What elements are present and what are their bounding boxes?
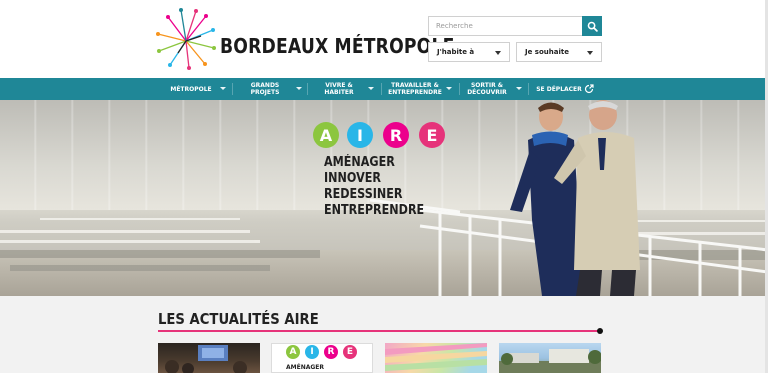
chevron-down-icon <box>587 51 593 55</box>
news-card-image <box>499 349 601 373</box>
search-icon <box>587 21 598 32</box>
aire-letter-a: A <box>286 345 300 359</box>
hero-line: ENTREPRENDRE <box>324 203 425 218</box>
aire-letter-e: E <box>343 345 357 359</box>
nav-item-se-deplacer[interactable]: SE DÉPLACER <box>534 78 584 100</box>
news-card[interactable] <box>158 343 260 373</box>
nav-divider <box>307 83 308 95</box>
chevron-down-icon[interactable] <box>446 87 452 90</box>
nav-item-metropole[interactable]: MÉTROPOLE <box>166 78 216 100</box>
external-link-icon[interactable] <box>584 84 594 94</box>
page: BORDEAUX MÉTROPOLE J'habite à Je souhait… <box>0 0 768 373</box>
nav-item-grands-projets[interactable]: GRANDS PROJETS <box>236 78 294 100</box>
nav-item-label: SE DÉPLACER <box>536 85 582 93</box>
aire-letter-i: I <box>347 122 373 148</box>
aire-letter-r: R <box>383 122 409 148</box>
nav-item-label: VIVRE & HABITER <box>324 82 354 96</box>
main-nav: MÉTROPOLE GRANDS PROJETS VIVRE & HABITER… <box>0 78 768 100</box>
aire-letter-r: R <box>324 345 338 359</box>
nav-item-label: MÉTROPOLE <box>170 85 212 93</box>
news-card-image <box>165 345 247 373</box>
aire-letter-e: E <box>419 122 445 148</box>
news-card[interactable] <box>385 343 487 373</box>
chevron-down-icon[interactable] <box>516 87 522 90</box>
site-header: BORDEAUX MÉTROPOLE J'habite à Je souhait… <box>0 0 768 78</box>
jesouhaite-select[interactable]: Je souhaite <box>516 42 602 62</box>
news-card-image <box>385 343 487 371</box>
section-divider-dot <box>597 328 603 334</box>
news-card-text: AMÉNAGER <box>286 364 325 371</box>
news-card[interactable]: A I R E AMÉNAGER <box>271 343 373 373</box>
hero-line: INNOVER <box>324 171 381 186</box>
nav-item-vivre-habiter[interactable]: VIVRE & HABITER <box>310 78 368 100</box>
aire-letter-a: A <box>313 122 339 148</box>
chevron-down-icon[interactable] <box>220 87 226 90</box>
jhabite-select-label: J'habite à <box>437 48 475 56</box>
chevron-down-icon[interactable] <box>296 87 302 90</box>
jhabite-select[interactable]: J'habite à <box>428 42 510 62</box>
hero-line: REDESSINER <box>324 187 403 202</box>
search-box <box>428 16 602 36</box>
nav-item-label: TRAVAILLER & ENTREPRENDRE <box>388 82 442 96</box>
aire-letter-i: I <box>305 345 319 359</box>
starburst-logo-icon <box>156 8 216 70</box>
nav-item-travailler-entreprendre[interactable]: TRAVAILLER & ENTREPRENDRE <box>386 78 444 100</box>
section-title: LES ACTUALITÉS AIRE <box>158 310 319 328</box>
hero-line: AMÉNAGER <box>324 155 395 170</box>
site-logo[interactable]: BORDEAUX MÉTROPOLE <box>156 8 454 70</box>
logo-wordmark: BORDEAUX MÉTROPOLE <box>220 34 455 58</box>
chevron-down-icon <box>495 51 501 55</box>
nav-divider <box>232 83 233 95</box>
nav-divider <box>459 83 460 95</box>
nav-divider <box>528 83 529 95</box>
nav-item-sortir-decouvrir[interactable]: SORTIR & DÉCOUVRIR <box>462 78 512 100</box>
nav-item-label: GRANDS PROJETS <box>250 82 280 96</box>
section-divider <box>158 330 600 332</box>
news-card[interactable] <box>499 343 601 373</box>
nav-item-label: SORTIR & DÉCOUVRIR <box>467 82 507 96</box>
search-button[interactable] <box>582 16 602 36</box>
search-input[interactable] <box>428 16 582 36</box>
nav-divider <box>381 83 382 95</box>
chevron-down-icon[interactable] <box>368 87 374 90</box>
hero-tagline: AMÉNAGER INNOVER REDESSINER ENTREPRENDRE <box>324 155 424 219</box>
jesouhaite-select-label: Je souhaite <box>525 48 569 56</box>
